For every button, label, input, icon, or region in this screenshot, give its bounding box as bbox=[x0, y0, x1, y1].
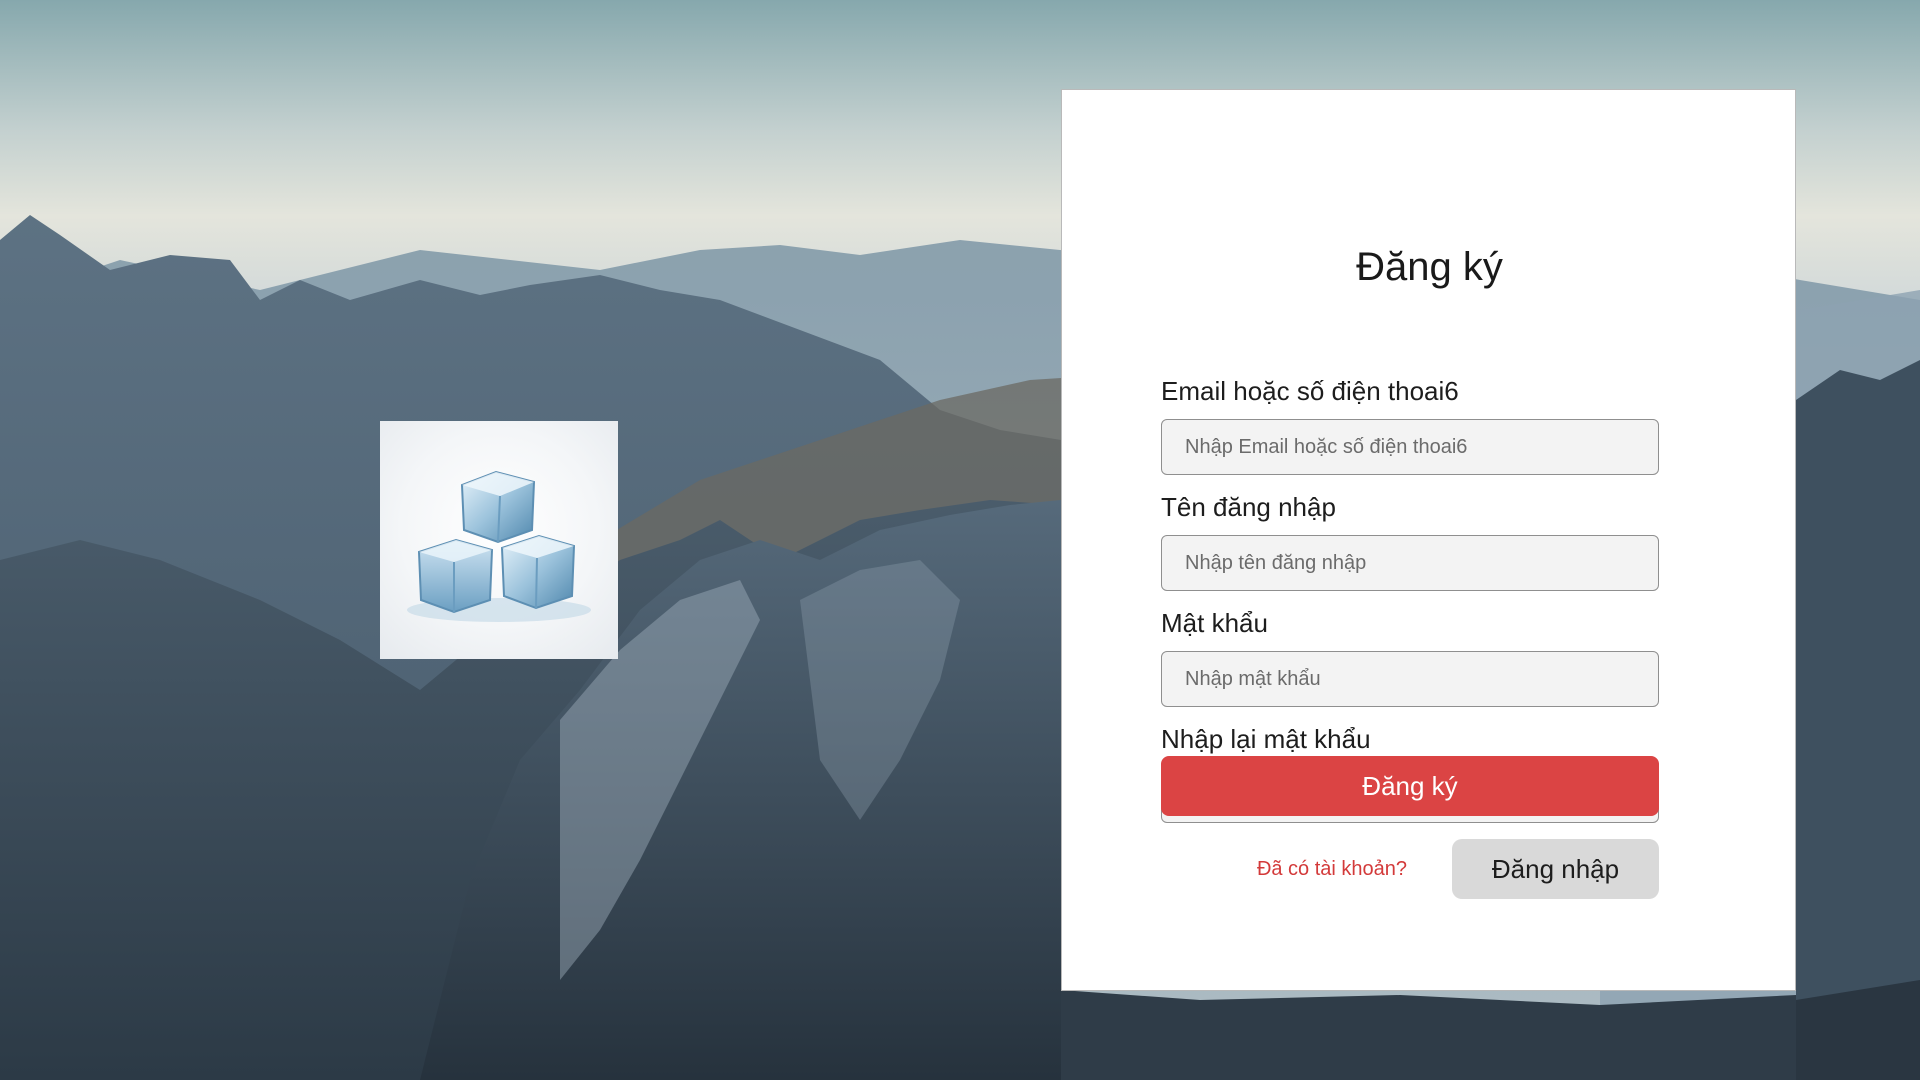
register-button[interactable]: Đăng ký bbox=[1161, 756, 1659, 816]
have-account-link[interactable]: Đã có tài khoản? bbox=[1222, 858, 1442, 881]
ice-cubes-icon bbox=[407, 470, 591, 622]
username-label: Tên đăng nhập bbox=[1161, 492, 1336, 522]
password-field[interactable] bbox=[1161, 651, 1659, 707]
page-title: Đăng ký bbox=[1356, 245, 1503, 289]
login-button[interactable]: Đăng nhập bbox=[1452, 839, 1659, 899]
register-card: Đăng ký Email hoặc số điện thoai6 Tên đă… bbox=[1061, 89, 1796, 991]
email-field[interactable] bbox=[1161, 419, 1659, 475]
confirm-password-label: Nhập lại mật khẩu bbox=[1161, 724, 1371, 754]
username-field[interactable] bbox=[1161, 535, 1659, 591]
email-label: Email hoặc số điện thoai6 bbox=[1161, 376, 1459, 406]
password-label: Mật khẩu bbox=[1161, 608, 1268, 638]
logo-image bbox=[380, 421, 618, 659]
